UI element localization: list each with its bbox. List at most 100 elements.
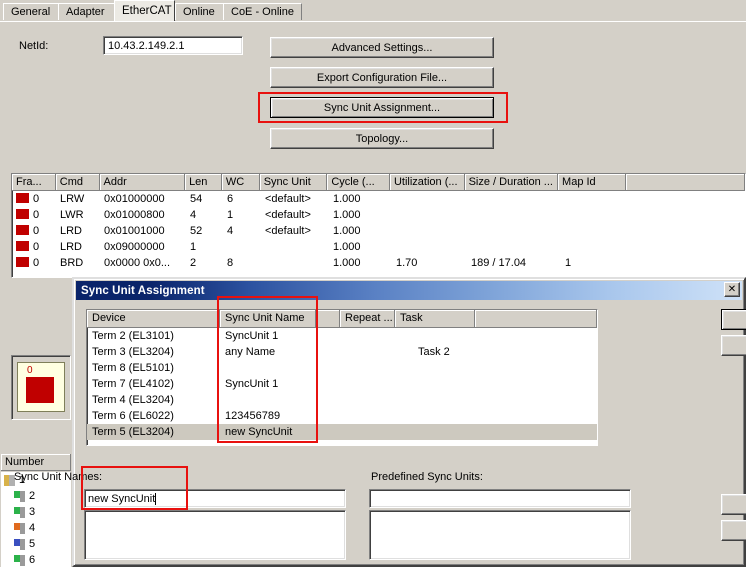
grid-col-cycle[interactable]: Cycle (... [327, 174, 390, 191]
grid-col-blank[interactable] [626, 174, 745, 191]
cell-spacer [316, 360, 340, 376]
grid-col-len[interactable]: Len [185, 174, 222, 191]
tab-general[interactable]: General [3, 3, 59, 20]
cell-task: Task 2 [395, 344, 475, 360]
device-sync-unit-list[interactable]: Device Sync Unit Name Repeat ... Task Te… [86, 309, 598, 446]
cell-cycle: 1.000 [329, 239, 392, 255]
table-row[interactable]: 0 LRD 0x01001000 52 4 <default> 1.000 [12, 223, 745, 239]
cell-addr: 0x09000000 [100, 239, 186, 255]
cell-utilization [392, 223, 467, 239]
advanced-settings-button[interactable]: Advanced Settings... [270, 37, 494, 58]
cell-repeat [340, 360, 395, 376]
list-col-blank[interactable] [475, 310, 597, 328]
list-item-label: 5 [29, 538, 35, 550]
list-col-task[interactable]: Task [395, 310, 475, 328]
grid-col-map-id[interactable]: Map Id [558, 174, 626, 191]
cell-repeat [340, 408, 395, 424]
sync-unit-names-label: Sync Unit Names: [14, 471, 102, 483]
cell-size-duration [467, 239, 561, 255]
grid-col-sync-unit[interactable]: Sync Unit [260, 174, 328, 191]
list-item[interactable]: 6 [1, 552, 71, 567]
cell-cmd: LRW [56, 191, 100, 207]
tab-coe-online[interactable]: CoE - Online [223, 3, 302, 20]
list-item[interactable]: 5 [1, 536, 71, 552]
list-item[interactable]: Term 6 (EL6022) 123456789 [87, 408, 597, 424]
cell-sync-unit [261, 255, 329, 271]
tab-label: CoE - Online [231, 6, 294, 18]
list-item-label: 6 [29, 554, 35, 566]
cell-len: 52 [186, 223, 223, 239]
list-item[interactable]: Term 7 (EL4102) SyncUnit 1 [87, 376, 597, 392]
export-configuration-file-button[interactable]: Export Configuration File... [270, 67, 494, 88]
table-row[interactable]: 0 LWR 0x01000800 4 1 <default> 1.000 [12, 207, 745, 223]
list-item[interactable]: Term 4 (EL3204) [87, 392, 597, 408]
list-item[interactable]: 4 [1, 520, 71, 536]
list-item[interactable]: Term 5 (EL3204) new SyncUnit [87, 424, 597, 440]
dialog-title-bar[interactable]: Sync Unit Assignment ✕ [76, 281, 742, 300]
close-icon[interactable]: ✕ [724, 282, 740, 297]
list-col-spacer[interactable] [316, 310, 340, 328]
table-row[interactable]: 0 BRD 0x0000 0x0... 2 8 1.000 1.70 189 /… [12, 255, 745, 271]
list-item[interactable]: 3 [1, 504, 71, 520]
process-data-grid[interactable]: Fra... Cmd Addr Len WC Sync Unit Cycle (… [11, 173, 746, 278]
sync-unit-names-input[interactable]: new SyncUnit [84, 489, 346, 508]
tab-label: Adapter [66, 6, 105, 18]
list-col-sync-unit-name[interactable]: Sync Unit Name [220, 310, 316, 328]
table-row[interactable]: 0 LRW 0x01000000 54 6 <default> 1.000 [12, 191, 745, 207]
tab-ethercat[interactable]: EtherCAT [114, 0, 175, 21]
tab-adapter[interactable]: Adapter [58, 3, 115, 20]
list-item[interactable]: 2 [1, 488, 71, 504]
grid-col-cmd[interactable]: Cmd [56, 174, 100, 191]
frame-color-swatch [16, 225, 29, 235]
cell-cmd: LRD [56, 223, 100, 239]
frame-preview-label: 0 [27, 365, 33, 376]
list-item[interactable]: Term 3 (EL3204) any Name Task 2 [87, 344, 597, 360]
cancel-button[interactable]: Cancel [721, 335, 746, 356]
grid-col-size-duration[interactable]: Size / Duration ... [465, 174, 558, 191]
cell-task [395, 328, 475, 344]
topology-button[interactable]: Topology... [270, 128, 494, 149]
tab-online[interactable]: Online [175, 3, 224, 20]
cell-utilization [392, 191, 467, 207]
box-icon [14, 523, 25, 534]
cell-cmd: BRD [56, 255, 100, 271]
grid-col-fra[interactable]: Fra... [12, 174, 56, 191]
delete-button[interactable]: Delete [721, 520, 746, 541]
table-row[interactable]: 0 LRD 0x09000000 1 1.000 [12, 239, 745, 255]
cell-size-duration [467, 191, 561, 207]
ok-button[interactable]: OK [721, 309, 746, 330]
netid-input[interactable]: 10.43.2.149.2.1 [103, 36, 243, 55]
grid-col-utilization[interactable]: Utilization (... [390, 174, 465, 191]
tab-label: General [11, 6, 50, 18]
cell-len: 4 [186, 207, 223, 223]
list-col-repeat[interactable]: Repeat ... [340, 310, 395, 328]
cell-spacer [316, 408, 340, 424]
cell-addr: 0x01001000 [100, 223, 186, 239]
cell-fra: 0 [33, 209, 39, 221]
predefined-sync-units-input[interactable] [369, 489, 631, 508]
button-label: Sync Unit Assignment... [324, 102, 440, 114]
tab-label: EtherCAT [122, 5, 172, 17]
number-list[interactable]: 1 2 3 4 [1, 472, 71, 567]
list-col-device[interactable]: Device [87, 310, 220, 328]
list-item[interactable]: Term 8 (EL5101) [87, 360, 597, 376]
predefined-sync-units-list[interactable] [369, 510, 631, 560]
frame-preview-canvas: 0 [17, 362, 65, 412]
cell-task [395, 424, 475, 440]
sync-unit-names-list[interactable] [84, 510, 346, 560]
sync-unit-assignment-button[interactable]: Sync Unit Assignment... [270, 97, 494, 118]
grid-col-wc[interactable]: WC [222, 174, 260, 191]
cell-repeat [340, 376, 395, 392]
add-button[interactable]: Add [721, 494, 746, 515]
number-column-header[interactable]: Number [1, 454, 71, 471]
list-item-label: 3 [29, 506, 35, 518]
box-icon [14, 491, 25, 502]
button-label: Advanced Settings... [332, 42, 433, 54]
list-header-row: Device Sync Unit Name Repeat ... Task [87, 310, 597, 328]
frame-preview-block [26, 377, 54, 403]
list-item[interactable]: Term 2 (EL3101) SyncUnit 1 [87, 328, 597, 344]
cell-device: Term 7 (EL4102) [87, 376, 220, 392]
cell-sync-unit-name [220, 392, 316, 408]
cell-fra: 0 [33, 257, 39, 269]
grid-col-addr[interactable]: Addr [100, 174, 186, 191]
